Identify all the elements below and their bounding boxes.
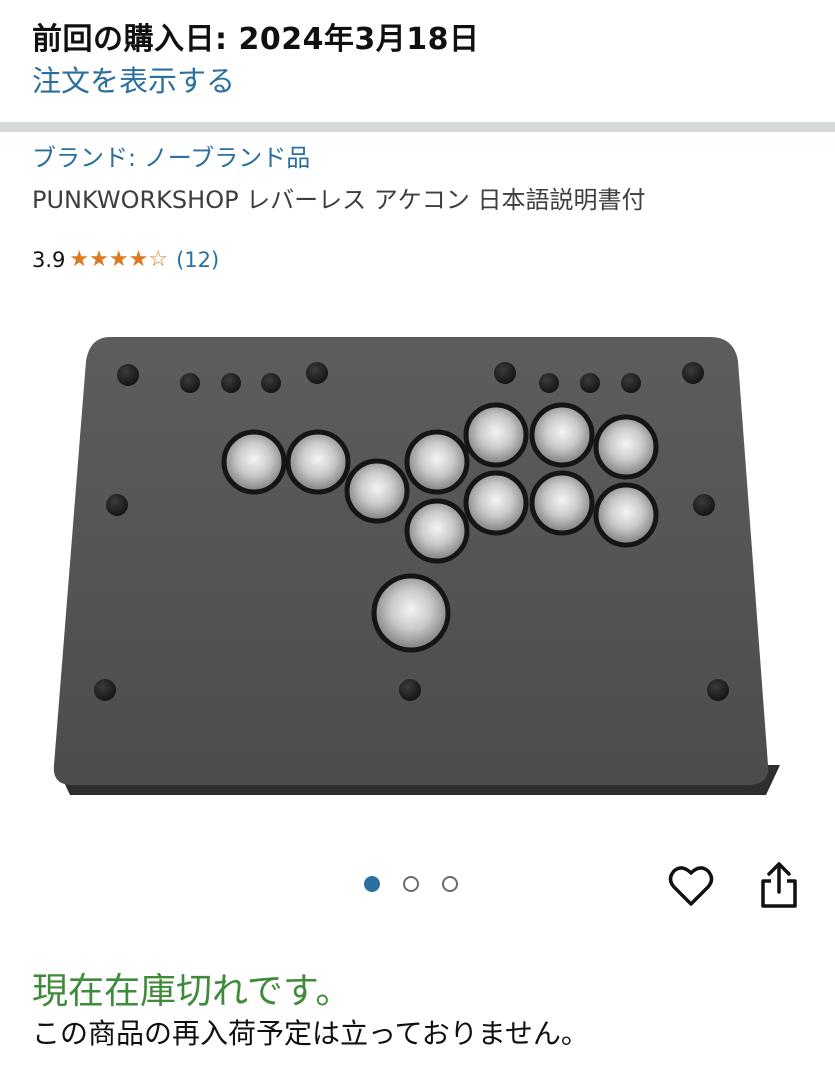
star-rating: ★ ★ ★ ★ ☆ bbox=[69, 249, 168, 271]
heart-icon[interactable] bbox=[668, 864, 714, 908]
carousel-dot-active[interactable] bbox=[364, 876, 380, 892]
carousel-dot[interactable] bbox=[442, 876, 458, 892]
product-image[interactable] bbox=[40, 295, 800, 825]
image-carousel-dots bbox=[364, 876, 458, 892]
star-empty-icon: ☆ bbox=[148, 247, 169, 272]
carousel-dot[interactable] bbox=[403, 876, 419, 892]
section-divider bbox=[0, 122, 835, 132]
view-order-link[interactable]: 注文を表示する bbox=[32, 58, 235, 100]
star-icon: ★ bbox=[89, 247, 109, 272]
star-icon: ★ bbox=[69, 247, 90, 272]
stock-status: 現在在庫切れです。 bbox=[32, 971, 352, 1012]
product-title[interactable]: PUNKWORKSHOP レバーレス アケコン 日本語説明書付 bbox=[32, 180, 645, 215]
share-icon[interactable] bbox=[758, 860, 800, 910]
rating-row[interactable]: 3.9 ★ ★ ★ ★ ☆ (12) bbox=[32, 248, 219, 272]
star-icon: ★ bbox=[108, 247, 129, 272]
restock-note: この商品の再入荷予定は立っておりません。 bbox=[32, 1017, 589, 1050]
rating-value: 3.9 bbox=[32, 248, 66, 272]
review-count[interactable]: (12) bbox=[176, 248, 219, 272]
star-icon: ★ bbox=[128, 247, 149, 272]
brand-link[interactable]: ブランド: ノーブランド品 bbox=[32, 138, 310, 173]
last-purchase-date: 前回の購入日: 2024年3月18日 bbox=[32, 22, 480, 57]
leverless-arcade-controller-image bbox=[53, 337, 780, 795]
